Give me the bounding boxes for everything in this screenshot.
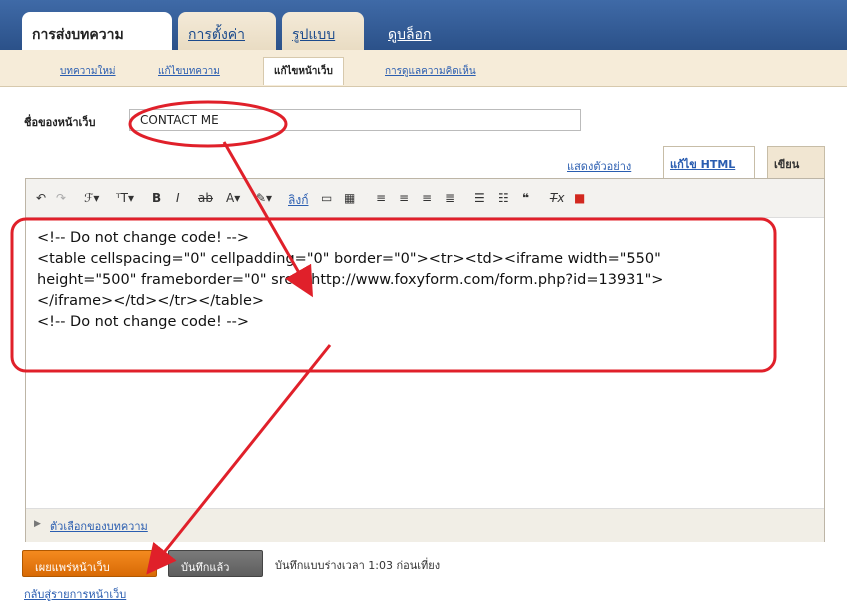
annotation-overlay xyxy=(10,100,777,575)
arrow-to-publish xyxy=(146,344,332,575)
code-highlight-box xyxy=(10,217,777,373)
arrow-to-code xyxy=(222,141,313,298)
title-highlight-ellipse xyxy=(128,100,288,148)
